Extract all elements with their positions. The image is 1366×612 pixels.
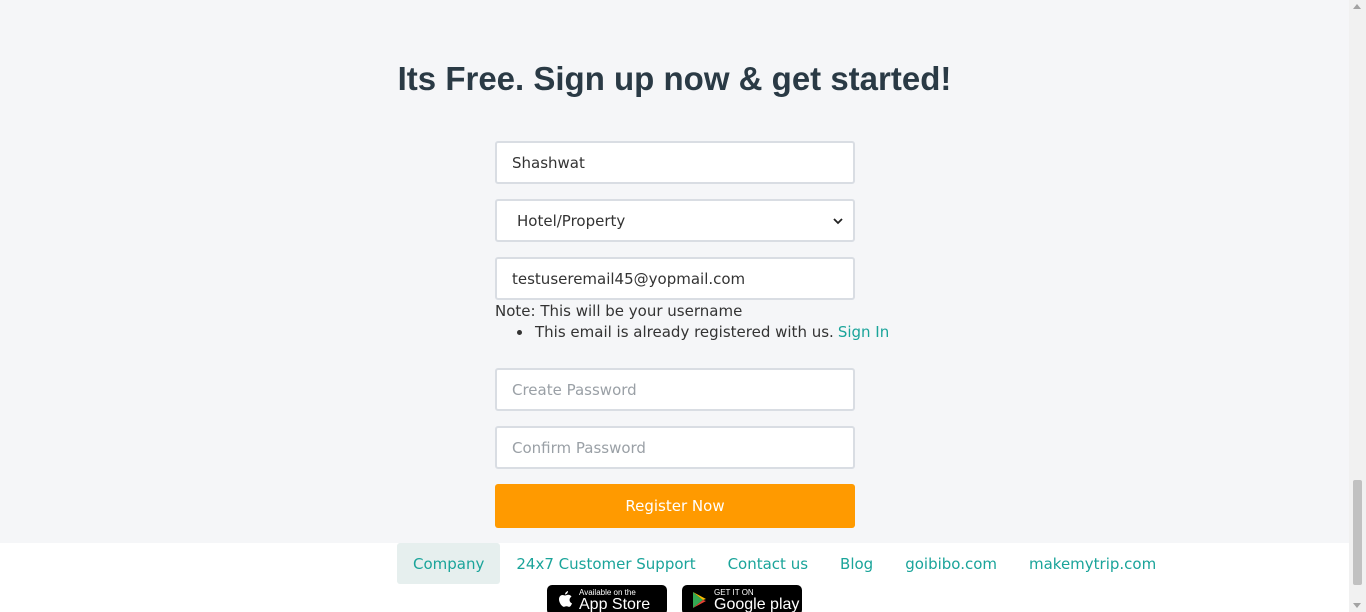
footer-link-blog[interactable]: Blog — [824, 543, 889, 584]
bullet-icon — [517, 329, 522, 335]
scrollbar-thumb[interactable] — [1353, 480, 1362, 585]
confirm-password-input[interactable]: Confirm Password — [495, 426, 855, 469]
google-play-big-text: Google play — [714, 595, 800, 612]
scroll-down-icon[interactable] — [1353, 603, 1361, 608]
scroll-up-icon[interactable] — [1353, 4, 1361, 9]
app-store-big-text: App Store — [579, 595, 651, 612]
email-input[interactable]: testuseremail45@yopmail.com — [495, 257, 855, 300]
footer-link-support[interactable]: 24x7 Customer Support — [500, 543, 711, 584]
chevron-down-icon — [833, 217, 843, 224]
footer-link-goibibo[interactable]: goibibo.com — [889, 543, 1013, 584]
play-store-icon — [693, 592, 706, 608]
email-error-text: This email is already registered with us… — [535, 323, 834, 341]
email-error: This email is already registered with us… — [517, 323, 889, 341]
footer-link-company[interactable]: Company — [397, 543, 501, 584]
create-password-input[interactable]: Create Password — [495, 368, 855, 411]
register-button[interactable]: Register Now — [495, 484, 855, 528]
app-store-badge[interactable]: Available on the App Store — [547, 585, 667, 612]
property-type-value: Hotel/Property — [517, 211, 626, 230]
username-note: Note: This will be your username — [495, 302, 743, 320]
apple-icon — [559, 591, 572, 607]
name-input-value: Shashwat — [512, 153, 585, 172]
footer-link-makemytrip[interactable]: makemytrip.com — [1013, 543, 1172, 584]
vertical-scrollbar[interactable] — [1349, 0, 1366, 612]
property-type-select[interactable]: Hotel/Property — [495, 199, 855, 242]
confirm-password-placeholder: Confirm Password — [512, 438, 646, 457]
name-input[interactable]: Shashwat — [495, 141, 855, 184]
create-password-placeholder: Create Password — [512, 380, 637, 399]
google-play-badge[interactable]: GET IT ON Google play — [682, 585, 802, 612]
page: Its Free. Sign up now & get started! Sha… — [0, 0, 1349, 612]
footer-nav: Company 24x7 Customer Support Contact us… — [397, 543, 1172, 584]
page-title: Its Free. Sign up now & get started! — [397, 60, 952, 97]
footer-link-contact[interactable]: Contact us — [712, 543, 824, 584]
sign-in-link[interactable]: Sign In — [838, 323, 889, 341]
footer: Company 24x7 Customer Support Contact us… — [0, 543, 1349, 612]
email-input-value: testuseremail45@yopmail.com — [512, 269, 746, 288]
